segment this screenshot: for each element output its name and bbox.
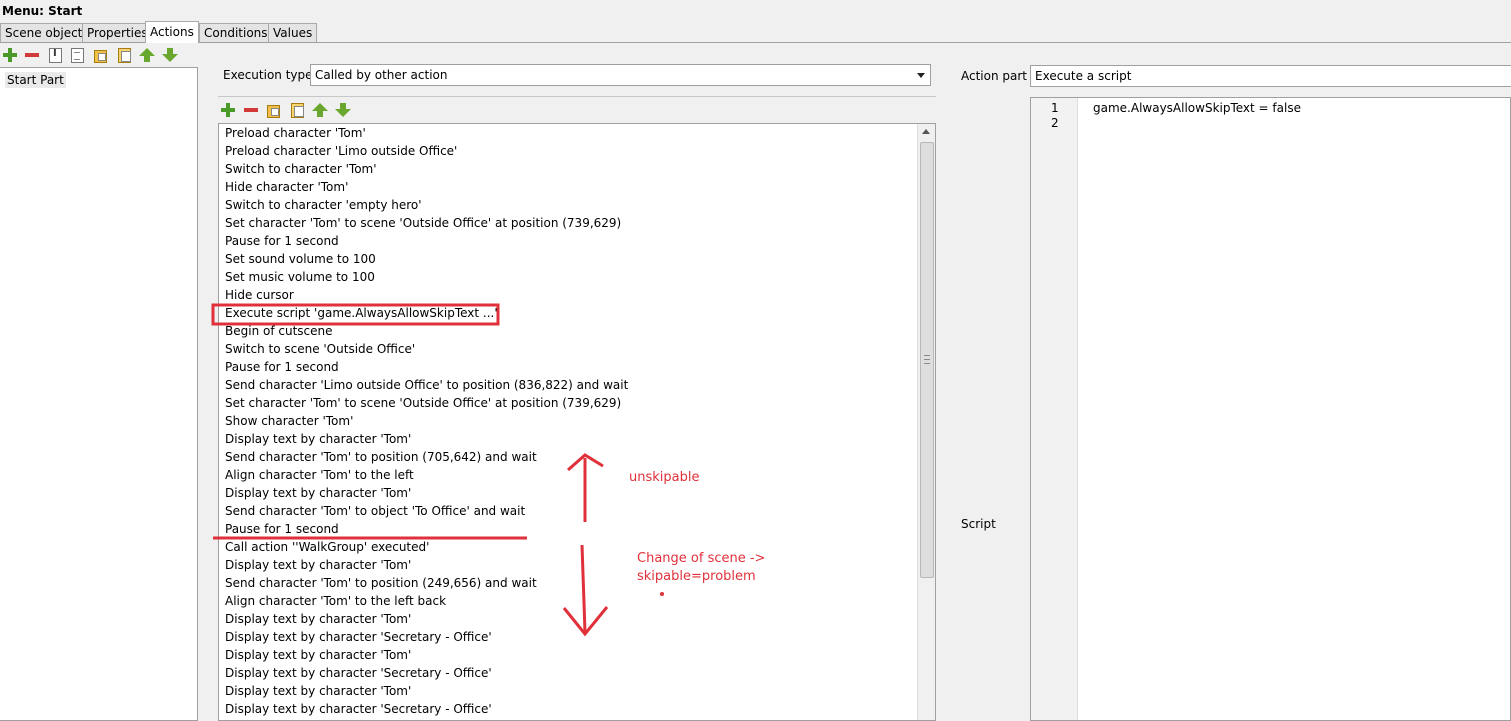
annotation-change-line2: skipable=problem xyxy=(637,569,756,584)
annotation-overlay xyxy=(211,303,664,637)
highlight-box xyxy=(211,303,500,326)
dot-icon xyxy=(660,592,664,596)
annotation-unskipable: unskipable xyxy=(629,470,700,485)
annotation-change-line1: Change of scene -> xyxy=(637,551,766,566)
down-arrow-icon xyxy=(580,544,587,633)
tab-actions[interactable]: Actions xyxy=(145,21,199,43)
